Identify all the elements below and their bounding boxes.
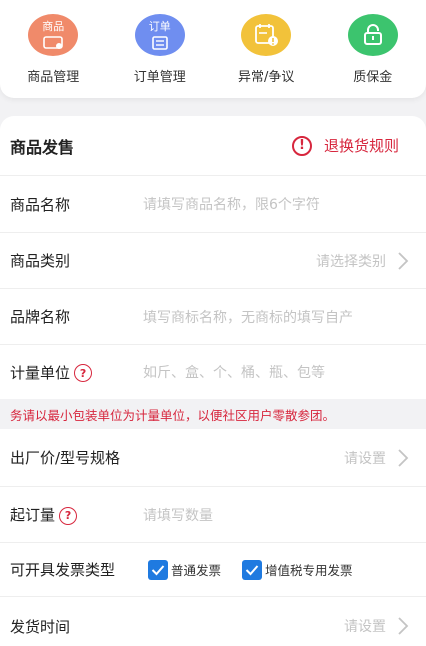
brand-name-input[interactable]: 填写商标名称，无商标的填写自产 xyxy=(143,307,353,327)
sale-form-card: 商品发售 ! 退换货规则 商品名称 请填写商品名称，限6个字符 商品类别 请选择… xyxy=(0,116,426,646)
checkmark-icon xyxy=(242,559,262,580)
product-category-label: 商品类别 xyxy=(10,252,71,270)
checkmark-icon xyxy=(148,559,168,580)
invoice-normal-label: 普通发票 xyxy=(171,563,222,578)
chevron-right-icon xyxy=(398,448,409,467)
nav-item-deposit[interactable]: 质保金 xyxy=(323,14,423,85)
brand-name-row[interactable]: 品牌名称 填写商标名称，无商标的填写自产 xyxy=(0,289,426,345)
return-rules-label: 退换货规则 xyxy=(323,137,399,155)
goods-icon: 商品 xyxy=(28,14,79,56)
dispute-icon xyxy=(241,14,292,56)
ship-time-label: 发货时间 xyxy=(10,617,71,636)
nav-item-orders[interactable]: 订单 订单管理 xyxy=(110,14,210,85)
top-nav: 商品 商品管理 订单 订单管理 异常/争议 质保金 xyxy=(0,0,426,98)
product-name-label: 商品名称 xyxy=(10,195,71,214)
nav-label-orders: 订单管理 xyxy=(133,70,186,85)
product-category-select[interactable]: 请选择类别 xyxy=(316,251,386,271)
help-icon[interactable]: ? xyxy=(59,506,78,525)
nav-item-dispute[interactable]: 异常/争议 xyxy=(216,14,316,85)
unit-notice: 务请以最小包装单位为计量单位，以便社区用户零散参团。 xyxy=(0,399,426,429)
invoice-normal-checkbox[interactable]: 普通发票 xyxy=(148,559,222,580)
price-spec-label: 出厂价/型号规格 xyxy=(10,449,121,467)
nav-item-goods[interactable]: 商品 商品管理 xyxy=(3,14,103,85)
ship-time-row[interactable]: 发货时间 请设置 xyxy=(0,597,426,646)
nav-label-goods: 商品管理 xyxy=(27,70,80,85)
return-rules-link[interactable]: ! 退换货规则 xyxy=(291,135,399,156)
form-header: 商品发售 ! 退换货规则 xyxy=(0,116,426,176)
ship-time-select[interactable]: 请设置 xyxy=(344,616,386,636)
help-icon[interactable]: ? xyxy=(74,364,93,382)
nav-label-dispute: 异常/争议 xyxy=(238,70,295,85)
chevron-right-icon xyxy=(398,617,409,635)
invoice-type-row: 可开具发票类型 普通发票 增值税专用发票 xyxy=(0,543,426,597)
moq-label: 起订量? xyxy=(10,504,78,525)
price-spec-row[interactable]: 出厂价/型号规格 请设置 xyxy=(0,429,426,487)
brand-name-label: 品牌名称 xyxy=(10,308,71,326)
moq-input[interactable]: 请填写数量 xyxy=(143,505,213,525)
order-icon: 订单 xyxy=(134,14,185,56)
invoice-type-label: 可开具发票类型 xyxy=(10,561,116,579)
nav-label-deposit: 质保金 xyxy=(353,70,393,85)
deposit-icon xyxy=(347,14,398,56)
invoice-vat-checkbox[interactable]: 增值税专用发票 xyxy=(242,559,353,580)
product-name-row[interactable]: 商品名称 请填写商品名称，限6个字符 xyxy=(0,176,426,233)
product-category-row[interactable]: 商品类别 请选择类别 xyxy=(0,233,426,289)
warning-icon: ! xyxy=(291,135,312,156)
product-name-input[interactable]: 请填写商品名称，限6个字符 xyxy=(143,194,320,214)
invoice-vat-label: 增值税专用发票 xyxy=(265,563,353,578)
unit-input[interactable]: 如斤、盒、个、桶、瓶、包等 xyxy=(143,362,325,382)
price-spec-select[interactable]: 请设置 xyxy=(344,448,386,468)
unit-label: 计量单位? xyxy=(10,362,93,383)
unit-row[interactable]: 计量单位? 如斤、盒、个、桶、瓶、包等 xyxy=(0,345,426,399)
form-title: 商品发售 xyxy=(10,137,75,157)
moq-row[interactable]: 起订量? 请填写数量 xyxy=(0,487,426,543)
chevron-right-icon xyxy=(398,251,409,270)
